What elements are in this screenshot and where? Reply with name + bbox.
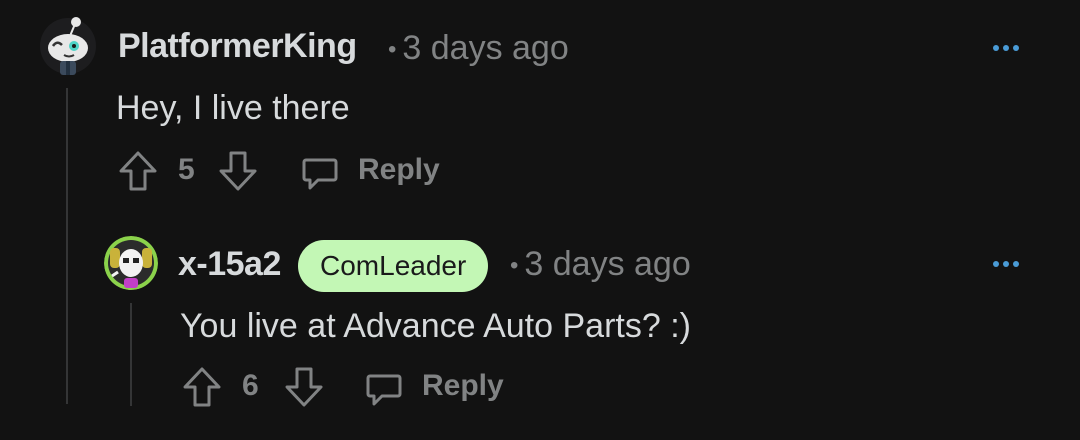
comment-body: Hey, I live there [116, 89, 350, 127]
comment-author[interactable]: x-15a2 [178, 244, 281, 284]
snoo-avatar-icon [40, 17, 96, 75]
reply-label: Reply [358, 153, 440, 186]
upvote-button[interactable] [182, 366, 222, 408]
reply-label: Reply [422, 369, 504, 402]
arrow-down-outline-icon [219, 151, 257, 191]
ellipsis-horizontal-icon [993, 45, 1019, 51]
reply-button[interactable]: Reply [360, 366, 510, 408]
speech-bubble-icon [366, 374, 402, 406]
comment-author[interactable]: PlatformerKing [118, 26, 357, 66]
downvote-button[interactable] [218, 150, 258, 192]
comment-timestamp: • 3 days ago [388, 29, 569, 67]
user-flair-badge: ComLeader [298, 240, 489, 292]
avatar-platformerking[interactable] [40, 14, 96, 75]
avatar-x-15a2[interactable] [104, 236, 158, 290]
upvote-button[interactable] [118, 150, 158, 192]
arrow-down-outline-icon [285, 367, 323, 407]
comment-thread: PlatformerKing • 3 days ago Hey, I live t… [0, 0, 1080, 440]
arrow-up-outline-icon [119, 151, 157, 191]
more-options-button[interactable] [990, 38, 1030, 58]
arrow-up-outline-icon [183, 367, 221, 407]
vote-count: 5 [178, 153, 195, 186]
speech-bubble-icon [302, 158, 338, 190]
downvote-button[interactable] [284, 366, 324, 408]
comment-timestamp: • 3 days ago [510, 245, 691, 283]
vote-count: 6 [242, 369, 259, 402]
ellipsis-horizontal-icon [993, 261, 1019, 267]
more-options-button[interactable] [990, 254, 1030, 274]
thread-line-level-1[interactable] [66, 88, 68, 404]
thread-line-level-2[interactable] [130, 303, 132, 406]
comment-body: You live at Advance Auto Parts? :) [180, 307, 691, 345]
user-avatar-icon [104, 236, 158, 290]
reply-button[interactable]: Reply [296, 150, 446, 192]
